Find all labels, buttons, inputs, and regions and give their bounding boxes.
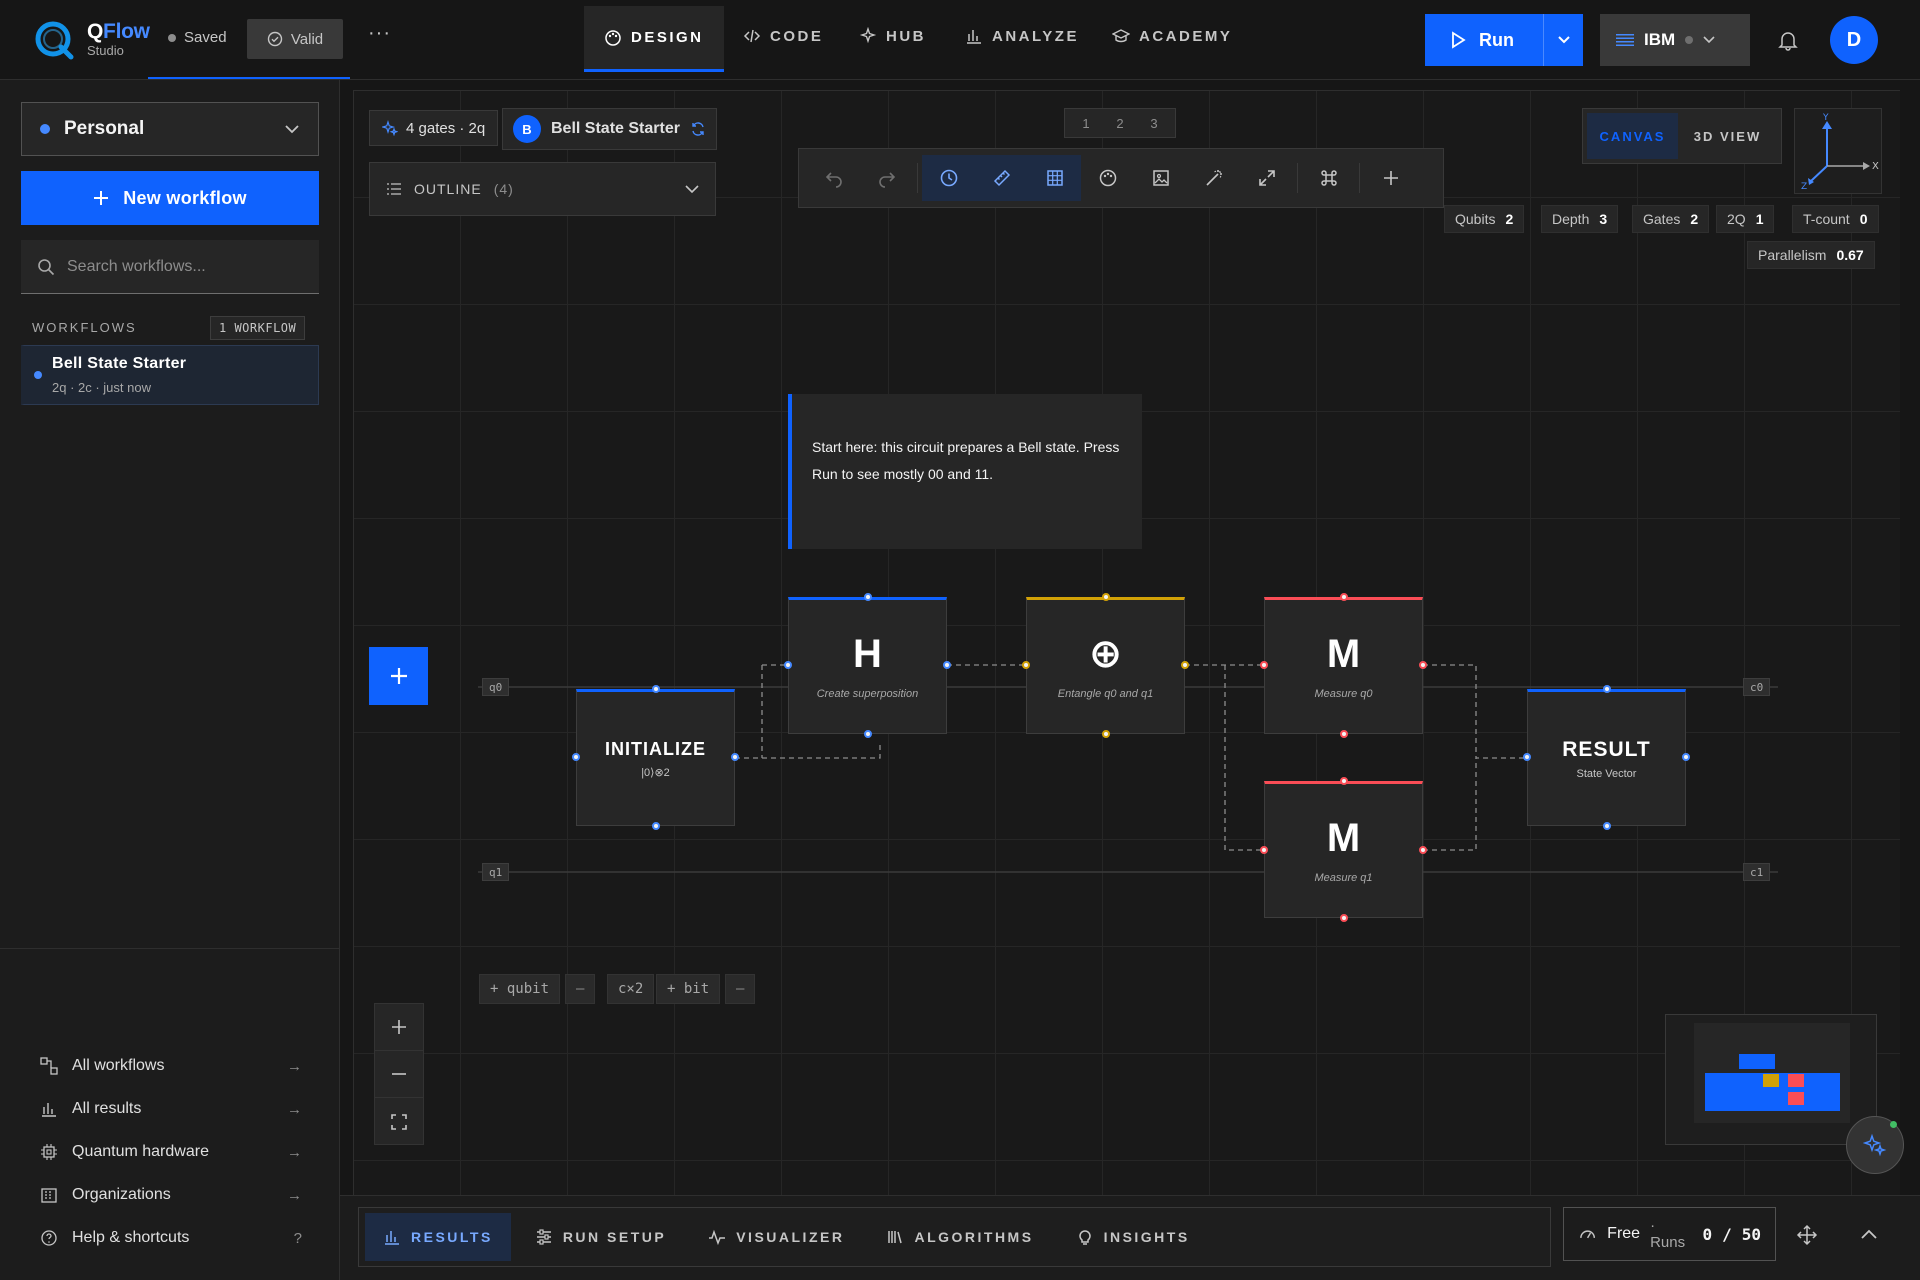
port[interactable] <box>1102 730 1110 738</box>
sliders-icon <box>536 1229 551 1245</box>
online-dot <box>1890 1121 1897 1128</box>
initialize-subtitle: |0⟩⊗2 <box>641 766 670 779</box>
port[interactable] <box>1340 730 1348 738</box>
result-node[interactable]: RESULT State Vector <box>1527 689 1686 826</box>
h-gate-symbol: H <box>853 631 882 676</box>
minus-icon <box>392 1073 406 1075</box>
port[interactable] <box>864 730 872 738</box>
measure-caption: Measure q0 <box>1314 687 1373 700</box>
circuit-wires <box>478 664 1778 873</box>
measure-symbol: M <box>1326 815 1361 860</box>
classical-bits-label: c×2 <box>607 974 655 1004</box>
wire-label-q1: q1 <box>482 863 510 881</box>
zoom-out-button[interactable] <box>375 1051 423 1098</box>
chevron-up-icon <box>1861 1229 1877 1239</box>
tab-run-setup[interactable]: RUN SETUP <box>517 1213 684 1261</box>
port[interactable] <box>864 593 872 601</box>
result-title: RESULT <box>1562 737 1651 761</box>
port[interactable] <box>1340 777 1348 785</box>
measure-q1-node[interactable]: M Measure q1 <box>1264 781 1423 918</box>
measure-q0-node[interactable]: M Measure q0 <box>1264 597 1423 734</box>
move-panel-icon[interactable] <box>1796 1224 1818 1246</box>
port[interactable] <box>1603 685 1611 693</box>
port[interactable] <box>652 822 660 830</box>
port[interactable] <box>1260 661 1268 669</box>
library-icon <box>888 1231 903 1244</box>
plus-icon <box>392 1020 406 1034</box>
tab-insights[interactable]: INSIGHTS <box>1058 1213 1208 1261</box>
port[interactable] <box>943 661 951 669</box>
tab-algorithms[interactable]: ALGORITHMS <box>868 1213 1051 1261</box>
port[interactable] <box>1340 593 1348 601</box>
plan-usage[interactable]: Free · Runs 0/50 <box>1563 1207 1776 1261</box>
sparkle-icon <box>1863 1133 1887 1157</box>
initialize-title: INITIALIZE <box>605 738 706 759</box>
assistant-button[interactable] <box>1846 1116 1904 1174</box>
h-gate-caption: Create superposition <box>816 687 919 700</box>
cnot-gate-node[interactable]: ⊕ Entangle q0 and q1 <box>1026 597 1185 734</box>
result-subtitle: State Vector <box>1576 767 1637 780</box>
pulse-icon <box>709 1229 726 1246</box>
collapse-panel-button[interactable] <box>1860 1228 1878 1240</box>
port[interactable] <box>1523 753 1531 761</box>
remove-bit-button[interactable]: — <box>725 974 756 1004</box>
wire-label-c0: c0 <box>1743 678 1771 696</box>
measure-symbol: M <box>1326 631 1361 676</box>
port[interactable] <box>1260 846 1268 854</box>
port[interactable] <box>1603 822 1611 830</box>
port[interactable] <box>1181 661 1189 669</box>
port[interactable] <box>1419 846 1427 854</box>
fit-screen-icon <box>391 1113 407 1130</box>
port[interactable] <box>1682 753 1690 761</box>
initialize-node[interactable]: INITIALIZE |0⟩⊗2 <box>576 689 735 826</box>
bottom-tabs: RESULTS RUN SETUP VISUALIZER ALGORITHMS … <box>358 1207 1551 1267</box>
remove-qubit-button[interactable]: — <box>565 974 596 1004</box>
gauge-icon <box>1580 1230 1596 1239</box>
zoom-in-button[interactable] <box>375 1004 423 1051</box>
tab-results[interactable]: RESULTS <box>365 1213 511 1261</box>
tab-visualizer[interactable]: VISUALIZER <box>690 1213 862 1261</box>
port[interactable] <box>572 753 580 761</box>
lightbulb-icon <box>1078 1230 1091 1245</box>
bar-chart-icon <box>385 1231 399 1245</box>
measure-caption: Measure q1 <box>1314 871 1373 884</box>
port[interactable] <box>784 661 792 669</box>
cnot-caption: Entangle q0 and q1 <box>1057 687 1154 700</box>
port[interactable] <box>652 685 660 693</box>
port[interactable] <box>1102 593 1110 601</box>
port[interactable] <box>1419 661 1427 669</box>
port[interactable] <box>1022 661 1030 669</box>
fit-view-button[interactable] <box>375 1098 423 1145</box>
port[interactable] <box>731 753 739 761</box>
minimap[interactable] <box>1665 1014 1877 1145</box>
cnot-symbol: ⊕ <box>1088 631 1123 676</box>
add-bit-button[interactable]: + bit <box>656 974 721 1004</box>
port[interactable] <box>1340 914 1348 922</box>
add-qubit-button[interactable]: + qubit <box>479 974 561 1004</box>
wire-label-c1: c1 <box>1743 863 1771 881</box>
h-gate-node[interactable]: H Create superposition <box>788 597 947 734</box>
minimap-preview <box>1694 1023 1850 1123</box>
wire-label-q0: q0 <box>482 678 510 696</box>
zoom-controls <box>374 1003 424 1145</box>
